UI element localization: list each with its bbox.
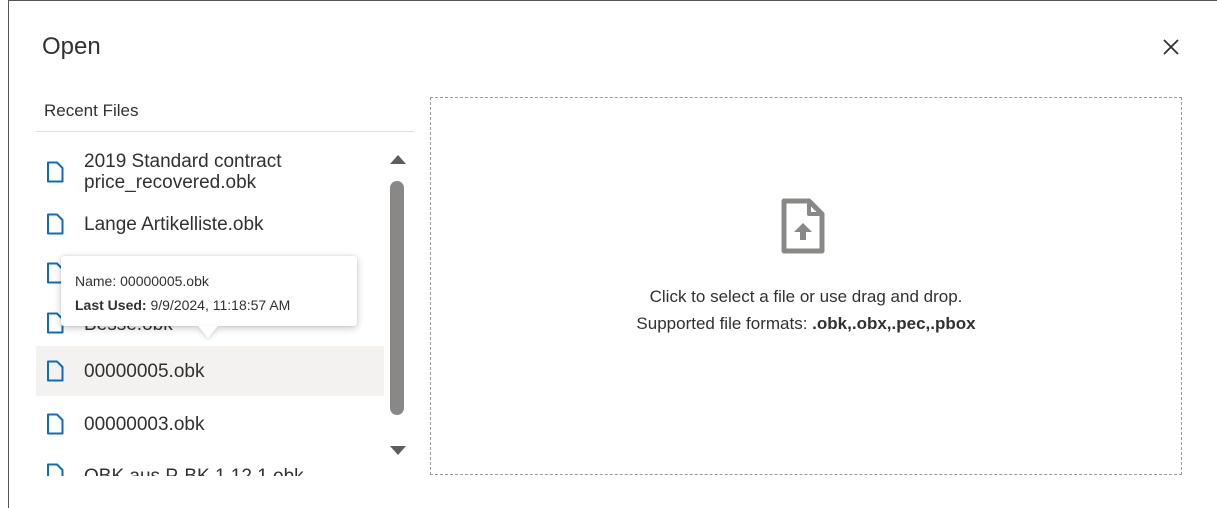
supported-formats: Supported file formats: .obk,.obx,.pec,.… (431, 314, 1181, 334)
file-info-tooltip: Name: 00000005.obk Last Used: 9/9/2024, … (61, 256, 357, 326)
list-item[interactable]: 00000003.obk (36, 404, 384, 444)
tooltip-last-used-value: 9/9/2024, 11:18:57 AM (150, 297, 291, 313)
list-item[interactable]: Lange Artikelliste.obk (36, 204, 384, 244)
list-item-label: Lange Artikelliste.obk (84, 214, 264, 235)
tooltip-name-value: 00000005.obk (120, 273, 209, 289)
list-item-label: 00000005.obk (84, 361, 205, 382)
list-item-selected[interactable]: 00000005.obk (36, 346, 384, 396)
divider (36, 131, 414, 132)
file-upload-icon (780, 197, 826, 255)
tooltip-arrow (198, 326, 218, 338)
tooltip-name-line: Name: 00000005.obk (75, 273, 209, 289)
file-icon (46, 360, 64, 382)
scroll-down-arrow-icon[interactable] (388, 444, 408, 458)
tooltip-name-label: Name: (75, 273, 117, 289)
tooltip-last-used-label: Last Used: (75, 297, 147, 313)
list-item-label: 2019 Standard contract price_recovered.o… (84, 151, 282, 193)
list-scrollbar[interactable] (386, 140, 410, 476)
list-item[interactable]: 2019 Standard contract price_recovered.o… (36, 148, 384, 196)
scrollbar-thumb[interactable] (390, 181, 404, 415)
list-item-label: OBK aus P-BK 1.12.1.obk (84, 466, 304, 476)
file-icon (46, 463, 64, 476)
file-icon (46, 213, 64, 235)
supported-formats-label: Supported file formats: (636, 314, 808, 333)
list-item[interactable]: OBK aus P-BK 1.12.1.obk (36, 456, 384, 476)
scroll-up-arrow-icon[interactable] (388, 152, 408, 166)
supported-formats-list: .obk,.obx,.pec,.pbox (812, 314, 976, 333)
close-icon[interactable] (1159, 35, 1183, 59)
dialog-title: Open (42, 33, 101, 60)
recent-files-heading: Recent Files (44, 101, 139, 120)
file-icon (46, 161, 64, 183)
tooltip-last-used-line: Last Used: 9/9/2024, 11:18:57 AM (75, 297, 290, 313)
drop-zone-instruction: Click to select a file or use drag and d… (649, 287, 963, 306)
file-icon (46, 413, 64, 435)
list-item-label: 00000003.obk (84, 414, 205, 435)
file-drop-zone[interactable]: Click to select a file or use drag and d… (430, 97, 1182, 475)
